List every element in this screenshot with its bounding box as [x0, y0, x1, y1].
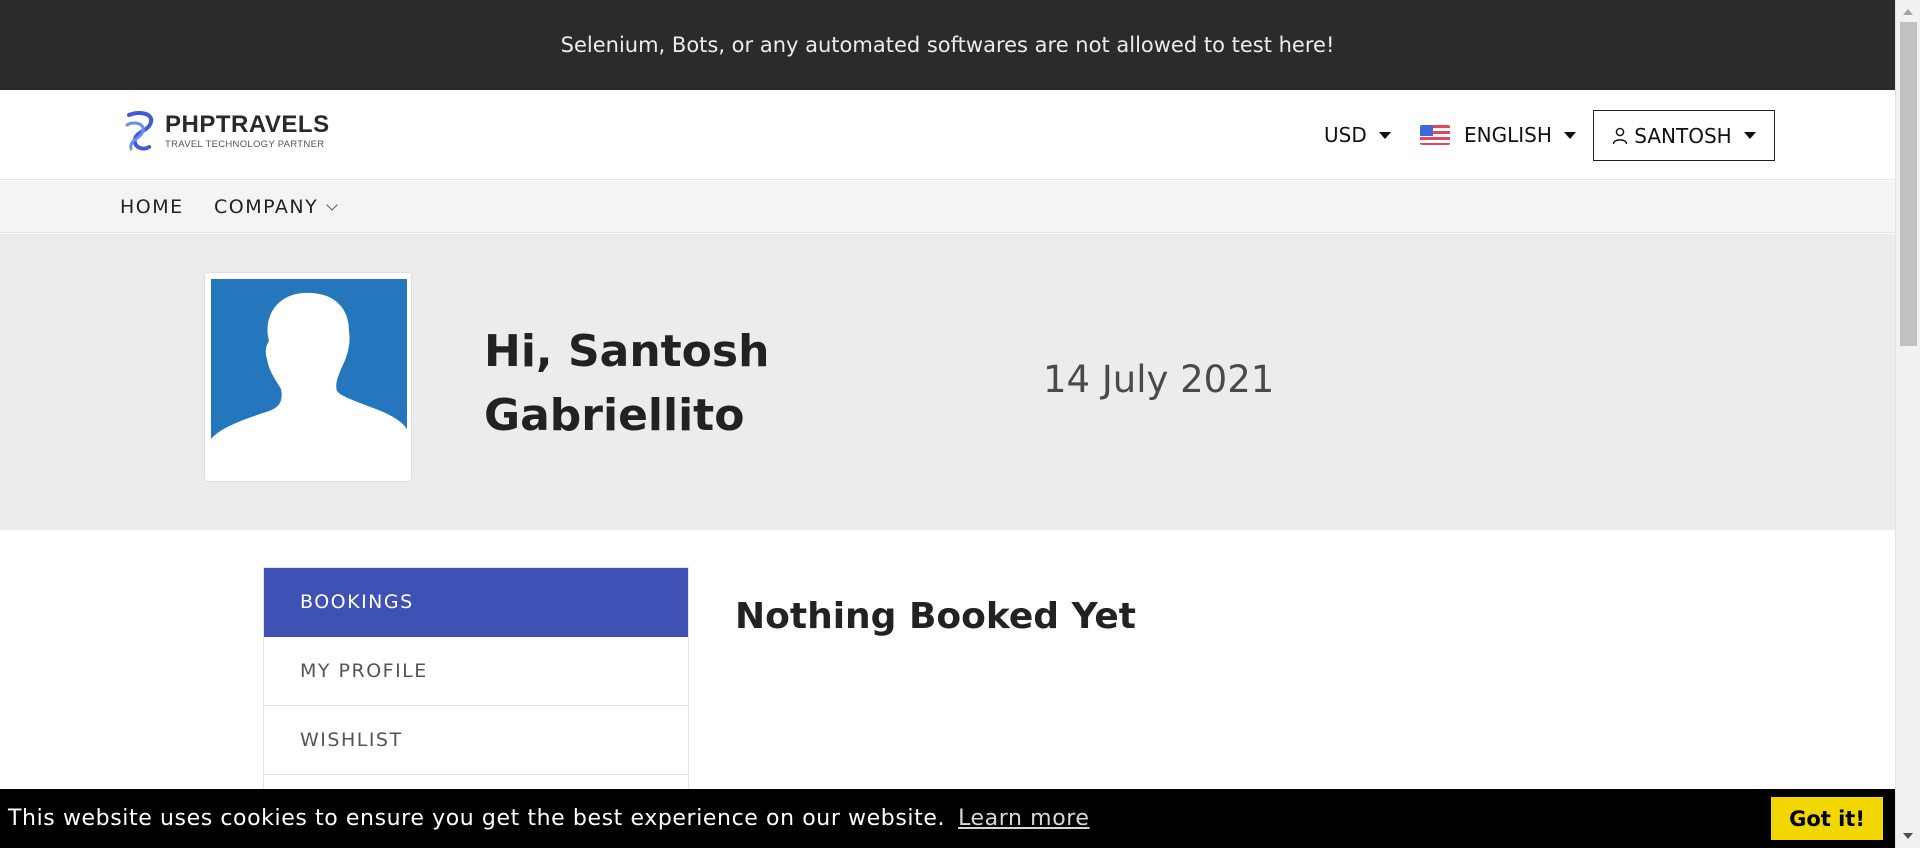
account-dropdown-button[interactable]: SANTOSH	[1593, 110, 1775, 161]
user-icon	[1613, 127, 1628, 144]
scroll-down-arrow-icon[interactable]	[1903, 833, 1913, 839]
language-dropdown[interactable]: ENGLISH	[1420, 90, 1576, 180]
sidebar-item-label: MY PROFILE	[300, 660, 428, 682]
sidebar-item-label: WISHLIST	[300, 729, 403, 751]
sidebar-item-label: BOOKINGS	[300, 591, 414, 613]
language-label: ENGLISH	[1464, 123, 1552, 147]
phptravels-logo-icon	[125, 111, 154, 151]
avatar	[211, 279, 407, 475]
nav-company-label: COMPANY	[214, 196, 319, 218]
sidebar-item-bookings[interactable]: BOOKINGS	[264, 568, 688, 637]
scroll-up-arrow-icon[interactable]	[1903, 9, 1913, 15]
cookie-learn-more-link[interactable]: Learn more	[958, 806, 1089, 831]
currency-label: USD	[1324, 123, 1367, 147]
site-header: PHPTRAVELS TRAVEL TECHNOLOGY PARTNER USD…	[0, 90, 1895, 180]
caret-down-icon	[1563, 131, 1576, 139]
vertical-scrollbar[interactable]	[1895, 0, 1920, 848]
sidebar-item-my-profile[interactable]: MY PROFILE	[264, 637, 688, 706]
us-flag-icon	[1420, 125, 1450, 145]
cookie-message: This website uses cookies to ensure you …	[8, 789, 1090, 848]
scrollbar-thumb[interactable]	[1900, 22, 1917, 346]
automation-warning-text: Selenium, Bots, or any automated softwar…	[560, 33, 1335, 57]
site-logo[interactable]: PHPTRAVELS TRAVEL TECHNOLOGY PARTNER	[123, 108, 330, 154]
nav-company[interactable]: COMPANY	[214, 181, 338, 233]
cookie-consent-bar: This website uses cookies to ensure you …	[0, 789, 1895, 848]
nav-home-label: HOME	[120, 196, 184, 218]
avatar-card	[204, 272, 412, 482]
empty-bookings-title: Nothing Booked Yet	[735, 596, 1136, 637]
nav-home[interactable]: HOME	[120, 181, 184, 233]
page: Selenium, Bots, or any automated softwar…	[0, 0, 1895, 848]
caret-down-icon	[1378, 131, 1391, 139]
greeting-line-1: Hi, Santosh	[484, 326, 770, 377]
caret-down-icon	[1743, 132, 1756, 139]
current-date: 14 July 2021	[1043, 358, 1275, 401]
cookie-message-text: This website uses cookies to ensure you …	[8, 806, 946, 831]
account-name: SANTOSH	[1634, 123, 1732, 148]
default-avatar-icon	[211, 279, 407, 475]
logo-name: PHPTRAVELS	[165, 110, 330, 138]
sidebar-item-wishlist[interactable]: WISHLIST	[264, 706, 688, 775]
greeting-line-2: Gabriellito	[484, 390, 745, 441]
logo-tagline: TRAVEL TECHNOLOGY PARTNER	[165, 138, 325, 150]
automation-warning-bar: Selenium, Bots, or any automated softwar…	[0, 0, 1895, 90]
main-nav: HOME COMPANY	[0, 181, 1895, 233]
currency-dropdown[interactable]: USD	[1324, 90, 1391, 180]
profile-greeting: Hi, Santosh Gabriellito	[484, 320, 824, 448]
chevron-down-icon	[326, 198, 338, 211]
cookie-accept-button[interactable]: Got it!	[1771, 797, 1883, 840]
